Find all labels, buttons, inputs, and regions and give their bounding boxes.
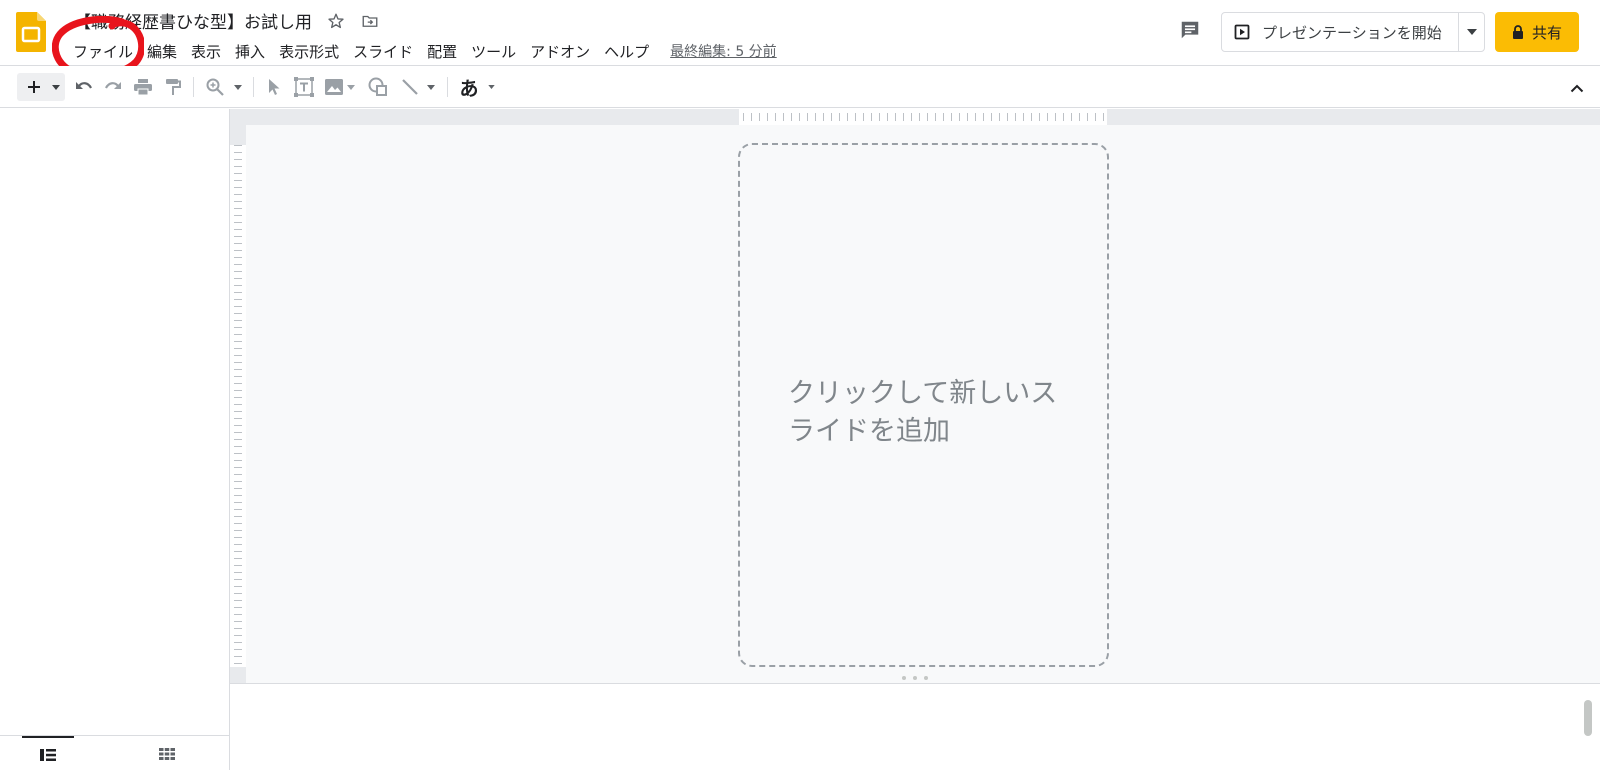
last-edit-link[interactable]: 最終編集: 5 分前	[670, 41, 777, 61]
add-slide-placeholder[interactable]: クリックして新しいスライドを追加	[738, 143, 1109, 667]
new-slide-icon	[28, 81, 40, 93]
line-button[interactable]	[398, 75, 422, 99]
image-button[interactable]	[322, 75, 346, 99]
menu-insert[interactable]: 挿入	[228, 39, 272, 64]
resize-dot	[913, 676, 917, 680]
present-label: プレゼンテーションを開始	[1262, 23, 1442, 42]
share-label: 共有	[1531, 23, 1562, 42]
print-button[interactable]	[131, 75, 155, 99]
input-tools-glyph: あ	[459, 77, 479, 100]
resize-dot	[924, 676, 928, 680]
paint-format-button[interactable]	[161, 75, 185, 99]
slide-editor[interactable]: クリックして新しいスライドを追加	[230, 109, 1600, 683]
collapse-menus-button[interactable]	[1566, 77, 1588, 99]
toolbar-divider	[447, 77, 448, 97]
print-icon	[134, 79, 152, 95]
present-options-button[interactable]	[1458, 13, 1484, 51]
text-box-button[interactable]	[292, 75, 316, 99]
chevron-down-icon	[1466, 29, 1477, 35]
chevron-down-icon	[487, 85, 495, 89]
image-menu-button[interactable]	[345, 75, 357, 99]
zoom-menu-button[interactable]	[231, 75, 245, 99]
header: 【職務経歴書ひな型】お試し用 ファイル 編集 表示 挿入 表示形式 スライド 配…	[0, 0, 1600, 79]
present-button-group: プレゼンテーションを開始	[1221, 12, 1485, 52]
menu-view[interactable]: 表示	[184, 39, 228, 64]
toolbar: あ	[0, 66, 1600, 108]
new-slide-button[interactable]	[23, 75, 45, 99]
add-slide-prompt: クリックして新しいスライドを追加	[788, 378, 1058, 447]
resize-dot	[902, 676, 906, 680]
vertical-ruler-active	[230, 145, 246, 667]
select-icon	[269, 79, 280, 95]
view-tabs	[0, 735, 230, 770]
share-button[interactable]: 共有	[1495, 12, 1579, 52]
present-icon	[1234, 24, 1250, 40]
input-tools-button[interactable]: あ	[456, 75, 482, 100]
zoom-icon	[206, 78, 224, 96]
shape-button[interactable]	[366, 75, 390, 99]
comment-history-button[interactable]	[1176, 16, 1204, 44]
grid-view-tab[interactable]	[141, 736, 193, 770]
filmstrip-panel[interactable]	[0, 109, 230, 770]
vertical-ruler	[230, 125, 246, 683]
zoom-button[interactable]	[203, 75, 227, 99]
menu-slide[interactable]: スライド	[346, 39, 420, 64]
notes-resize-handle[interactable]	[902, 674, 928, 682]
toolbar-divider	[253, 77, 254, 97]
line-menu-button[interactable]	[424, 75, 438, 99]
menu-tools[interactable]: ツール	[464, 39, 523, 64]
notes-scrollbar[interactable]	[1584, 700, 1592, 736]
line-icon	[402, 79, 418, 95]
chevron-down-icon	[52, 84, 60, 90]
speaker-notes-panel[interactable]	[230, 676, 1600, 770]
chevron-down-icon	[427, 84, 435, 90]
filmstrip-view-icon	[40, 748, 56, 761]
document-title[interactable]: 【職務経歴書ひな型】お試し用	[74, 8, 312, 33]
toolbar-divider	[193, 77, 194, 97]
redo-icon	[105, 82, 121, 89]
comment-icon	[1181, 21, 1199, 39]
redo-button[interactable]	[101, 75, 125, 99]
menu-edit[interactable]: 編集	[140, 39, 184, 64]
undo-button[interactable]	[72, 75, 96, 99]
image-icon	[325, 79, 343, 95]
menu-format[interactable]: 表示形式	[272, 39, 346, 64]
filmstrip-view-tab[interactable]	[22, 736, 74, 770]
text-box-icon	[294, 77, 314, 97]
menu-file[interactable]: ファイル	[66, 39, 140, 64]
grid-view-icon	[159, 747, 175, 760]
collapse-icon	[1570, 84, 1584, 92]
slides-logo-icon[interactable]	[16, 12, 46, 52]
menu-help[interactable]: ヘルプ	[597, 39, 656, 64]
horizontal-ruler	[230, 109, 1600, 125]
lock-icon	[1512, 25, 1523, 39]
star-icon[interactable]	[325, 10, 347, 32]
present-button[interactable]: プレゼンテーションを開始	[1222, 13, 1458, 51]
menu-arrange[interactable]: 配置	[420, 39, 464, 64]
paint-format-icon	[166, 79, 181, 95]
chevron-down-icon	[347, 84, 355, 90]
chevron-down-icon	[234, 84, 242, 90]
shape-icon	[368, 77, 387, 96]
move-folder-icon[interactable]	[359, 10, 381, 32]
select-tool-button[interactable]	[263, 75, 285, 99]
input-tools-menu-button[interactable]	[485, 75, 497, 99]
horizontal-ruler-active	[739, 109, 1107, 125]
undo-icon	[76, 82, 92, 89]
new-slide-layout-button[interactable]	[49, 75, 63, 99]
menu-bar: ファイル 編集 表示 挿入 表示形式 スライド 配置 ツール アドオン ヘルプ …	[66, 38, 777, 64]
menu-addons[interactable]: アドオン	[523, 39, 597, 64]
